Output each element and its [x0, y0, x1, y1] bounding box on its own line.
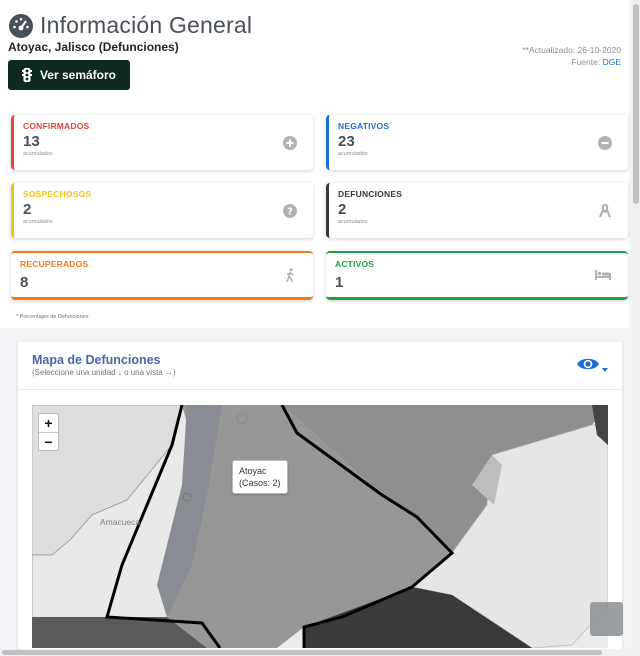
- source-link[interactable]: DGE: [603, 57, 621, 67]
- scrollbar-thumb[interactable]: [633, 4, 639, 204]
- tooltip-cases: (Casos: 2): [239, 478, 281, 488]
- location-subtitle: Atoyac, Jalisco (Defunciones): [8, 40, 179, 54]
- map-tooltip: Atoyac (Casos: 2): [232, 460, 288, 494]
- stat-value: 13: [23, 133, 40, 150]
- scrollbar-thumb[interactable]: [2, 650, 602, 655]
- updated-date: **Actualizado: 26-10-2020: [522, 45, 621, 55]
- horizontal-scrollbar[interactable]: [0, 649, 632, 656]
- scroll-to-top-button[interactable]: [590, 602, 623, 636]
- stat-label: ACTIVOS: [335, 259, 375, 269]
- svg-text:?: ?: [287, 206, 293, 217]
- stat-recuperados: RECUPERADOS 8: [11, 251, 313, 300]
- stat-label: DEFUNCIONES: [338, 189, 403, 199]
- stat-sub: acumulados: [338, 219, 368, 225]
- map-header: Mapa de Defunciones (Seleccione una unid…: [18, 342, 622, 390]
- stat-activos: ACTIVOS 1: [326, 251, 628, 300]
- tooltip-name: Atoyac: [239, 466, 267, 476]
- stat-confirmados: CONFIRMADOS 13 acumulados: [11, 115, 313, 170]
- source-line: Fuente: DGE: [522, 56, 621, 68]
- page-title: Información General: [8, 12, 252, 39]
- stat-label: NEGATIVOS: [338, 121, 390, 131]
- stat-label: RECUPERADOS: [20, 259, 89, 269]
- percentages-note: * Porcentajes de Defunciones: [16, 314, 89, 320]
- map-hint: (Seleccione una unidad ↓ o una vista →): [32, 368, 176, 377]
- zoom-in-button[interactable]: +: [39, 414, 58, 432]
- zoom-control: + −: [38, 413, 59, 451]
- tachometer-icon: [9, 13, 33, 38]
- stat-sub: acumulados: [23, 219, 53, 225]
- caret-down-icon: [602, 368, 608, 372]
- walking-icon: [286, 268, 294, 282]
- plus-circle-icon: [283, 135, 297, 150]
- map-card: Mapa de Defunciones (Seleccione una unid…: [18, 342, 622, 656]
- map-title: Mapa de Defunciones: [32, 353, 161, 367]
- map-canvas[interactable]: Amacueca: [32, 405, 608, 648]
- bed-icon: [595, 270, 611, 280]
- stat-sospechosos: SOSPECHOSOS 2 acumulados ?: [11, 183, 313, 238]
- stat-value: 2: [23, 201, 32, 218]
- stat-label: SOSPECHOSOS: [23, 189, 92, 199]
- semaforo-label: Ver semáforo: [39, 68, 117, 82]
- stat-negativos: NEGATIVOS 23 acumulados: [326, 115, 628, 170]
- stat-sub: acumulados: [338, 151, 368, 157]
- update-info: **Actualizado: 26-10-2020 Fuente: DGE: [522, 44, 621, 68]
- minus-circle-icon: [598, 135, 612, 150]
- traffic-light-icon: [21, 68, 32, 82]
- title-text: Información General: [40, 12, 253, 38]
- stat-value: 1: [335, 274, 344, 291]
- stat-value: 8: [20, 274, 29, 291]
- stat-label: CONFIRMADOS: [23, 121, 90, 131]
- stat-sub: acumulados: [23, 151, 53, 157]
- question-circle-icon: ?: [283, 203, 297, 218]
- stat-value: 23: [338, 133, 355, 150]
- zoom-out-button[interactable]: −: [39, 432, 58, 450]
- map-place-label: Amacueca: [100, 517, 140, 527]
- view-selector-button[interactable]: [576, 356, 608, 372]
- stat-defunciones: DEFUNCIONES 2 acumulados: [326, 183, 628, 238]
- info-card: Información General Atoyac, Jalisco (Def…: [0, 0, 629, 328]
- choropleth-map[interactable]: Amacueca + − Atoyac (Casos: 2): [32, 405, 608, 648]
- ver-semaforo-button[interactable]: Ver semáforo: [8, 60, 130, 90]
- eye-icon: [577, 358, 599, 370]
- stat-value: 2: [338, 201, 347, 218]
- source-prefix: Fuente:: [571, 57, 603, 67]
- vertical-scrollbar[interactable]: [632, 0, 640, 656]
- ribbon-icon: [598, 203, 612, 217]
